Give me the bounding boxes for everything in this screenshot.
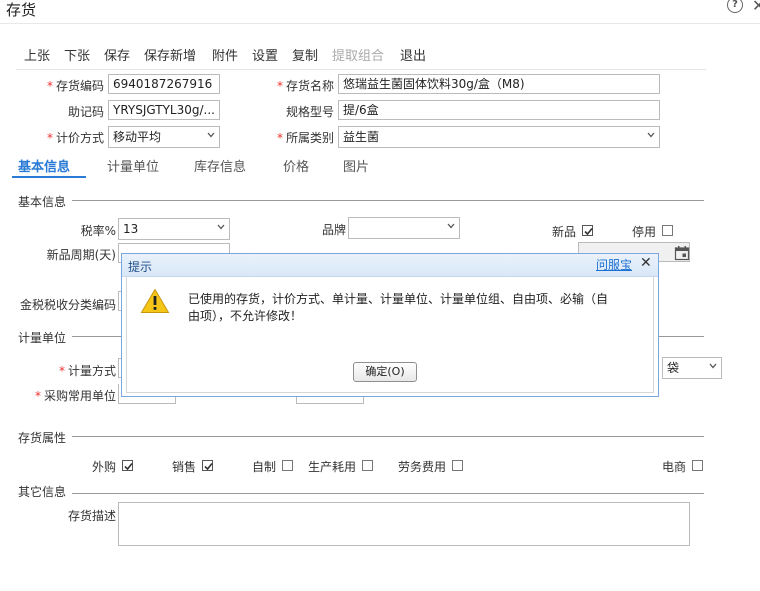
toolbar-attachment-button[interactable]: 附件 — [212, 45, 238, 64]
chevron-down-icon — [207, 132, 215, 138]
toolbar-prev-button[interactable]: 上张 — [24, 45, 50, 64]
code-input[interactable]: 6940187267916 — [108, 74, 220, 94]
dialog-message: 已使用的存货，计价方式、单计量、计量单位、计量单位组、自由项、必输（自由项），不… — [188, 292, 609, 323]
attr-production-checkbox[interactable] — [362, 460, 373, 471]
help-circle-icon[interactable]: ? — [727, 0, 743, 13]
tab-units[interactable]: 计量单位 — [107, 156, 159, 175]
check-icon — [584, 227, 593, 236]
tax-code-label: 金税税收分类编码 — [19, 298, 116, 312]
name-input[interactable]: 悠瑞益生菌固体饮料30g/盒（M8) — [338, 74, 660, 94]
cycle-label: 新品周期(天) — [46, 248, 116, 262]
desc-label: 存货描述 — [67, 509, 116, 523]
category-select[interactable]: 益生菌 — [338, 126, 660, 148]
section-divider — [72, 436, 704, 437]
tab-images[interactable]: 图片 — [343, 156, 369, 175]
header-divider — [0, 23, 760, 24]
spec-label: 规格型号 — [285, 105, 334, 119]
window-title: 存货 — [6, 1, 37, 19]
disable-label: 停用 — [631, 225, 656, 239]
toolbar-next-button[interactable]: 下张 — [64, 45, 90, 64]
section-title-attrs: 存货属性 — [18, 431, 67, 445]
tab-basic-info[interactable]: 基本信息 — [18, 156, 70, 175]
attr-sales-checkbox[interactable] — [202, 460, 213, 471]
attr-ecommerce-checkbox[interactable] — [692, 460, 703, 471]
attr-sales-label: 销售 — [171, 460, 196, 474]
unit-value: 袋 — [667, 361, 680, 375]
warning-icon — [140, 288, 170, 313]
category-label: * 所属类别 — [276, 131, 334, 145]
desc-textarea[interactable] — [118, 502, 690, 546]
attr-production-label: 生产耗用 — [307, 460, 356, 474]
attr-ecommerce-label: 电商 — [661, 460, 686, 474]
chevron-down-icon — [647, 132, 655, 138]
pricing-select[interactable]: 移动平均 — [108, 126, 220, 148]
chevron-down-icon — [447, 223, 455, 229]
new-checkbox[interactable] — [582, 225, 593, 236]
spec-input[interactable]: 提/6盒 — [338, 100, 660, 120]
active-tab-indicator — [12, 176, 86, 178]
attr-self-made-checkbox[interactable] — [282, 460, 293, 471]
ok-button[interactable]: 确定(O) — [353, 362, 417, 382]
dialog-header: 提示 问服宝 ✕ — [122, 254, 658, 277]
code-label: * 存货编码 — [46, 79, 104, 93]
section-title-basic: 基本信息 — [18, 195, 67, 209]
new-label: 新品 — [551, 225, 576, 239]
brand-label: 品牌 — [321, 223, 346, 237]
section-title-other: 其它信息 — [18, 485, 67, 499]
attr-purchase-label: 外购 — [91, 460, 116, 474]
mnemonic-label: 助记码 — [67, 105, 104, 119]
pricing-label: * 计价方式 — [46, 131, 104, 145]
category-value: 益生菌 — [343, 130, 380, 144]
section-title-unit: 计量单位 — [18, 331, 67, 345]
toolbar-copy-button[interactable]: 复制 — [292, 45, 318, 64]
purchase-unit-label: * 采购常用单位 — [34, 389, 116, 403]
tax-select[interactable]: 13 — [118, 218, 230, 240]
unit-select[interactable]: 袋 — [662, 357, 722, 379]
tab-stock-info[interactable]: 库存信息 — [194, 156, 246, 175]
toolbar-divider — [16, 69, 706, 70]
toolbar-exit-button[interactable]: 退出 — [400, 45, 426, 64]
attr-purchase-checkbox[interactable] — [122, 460, 133, 471]
chevron-down-icon — [217, 224, 225, 230]
pricing-value: 移动平均 — [113, 130, 162, 144]
tax-value: 13 — [123, 222, 139, 236]
check-icon — [124, 462, 133, 471]
attr-service-label: 劳务费用 — [397, 460, 446, 474]
section-divider — [72, 200, 704, 201]
method-label: * 计量方式 — [58, 364, 116, 378]
tab-price[interactable]: 价格 — [283, 156, 309, 175]
mnemonic-input[interactable]: YRYSJGTYL30g/... — [108, 100, 220, 120]
attr-self-made-label: 自制 — [251, 460, 276, 474]
dialog-help-link[interactable]: 问服宝 — [596, 256, 632, 273]
brand-select[interactable] — [348, 217, 460, 239]
attr-service-checkbox[interactable] — [452, 460, 463, 471]
toolbar-save-button[interactable]: 保存 — [104, 45, 130, 64]
toolbar-extract-combo-button[interactable]: 提取组合 — [332, 45, 384, 64]
disable-checkbox[interactable] — [662, 225, 673, 236]
alert-dialog: 提示 问服宝 ✕ 已使用的存货，计价方式、单计量、计量单位、计量单位组、自由项、… — [121, 253, 659, 397]
toolbar-save-new-button[interactable]: 保存新增 — [144, 45, 196, 64]
calendar-icon[interactable] — [674, 245, 690, 261]
close-icon[interactable]: ✕ — [752, 0, 760, 15]
dialog-title: 提示 — [128, 260, 153, 274]
section-divider — [72, 493, 704, 494]
tax-label: 税率% — [80, 224, 116, 238]
toolbar-settings-button[interactable]: 设置 — [252, 45, 278, 64]
name-label: * 存货名称 — [276, 79, 334, 93]
close-icon[interactable]: ✕ — [640, 255, 652, 271]
chevron-down-icon — [709, 363, 717, 369]
check-icon — [204, 462, 213, 471]
